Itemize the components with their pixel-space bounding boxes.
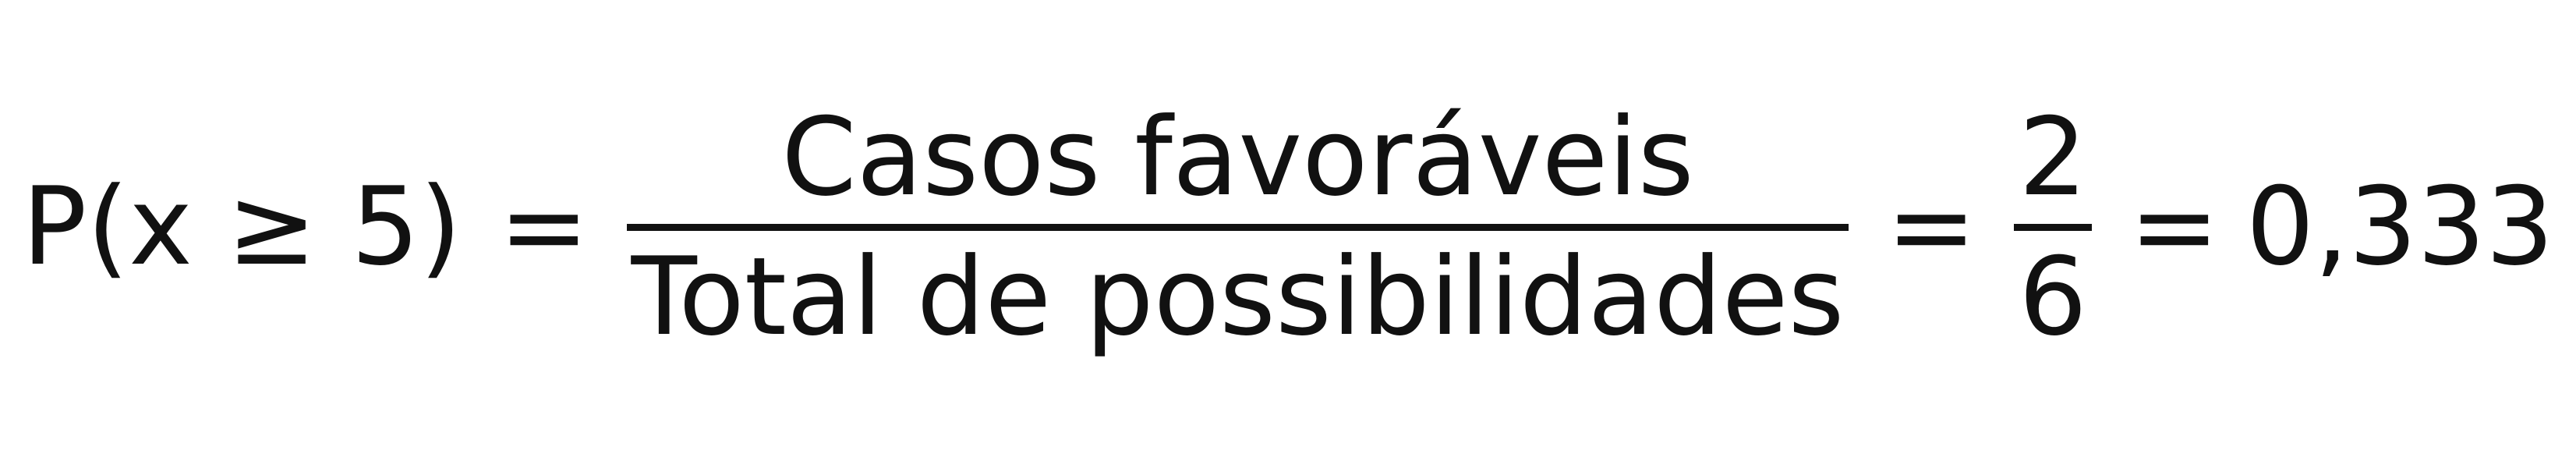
fraction-bar-1 [626, 223, 1849, 231]
denominator-value: 6 [2019, 233, 2087, 360]
favorable-over-total-fraction: Casos favoráveis Total de possibilidades [626, 94, 1849, 360]
equals-sign-1: = [498, 164, 589, 289]
numerator-favorable-cases: Casos favoráveis [781, 94, 1694, 220]
numeric-fraction: 2 6 [2014, 94, 2093, 360]
probability-expression: P(x ≥ 5) [22, 164, 462, 289]
fraction-bar-2 [2014, 223, 2093, 231]
probability-formula: P(x ≥ 5) = Casos favoráveis Total de pos… [0, 0, 2576, 454]
numerator-value: 2 [2019, 94, 2087, 220]
denominator-total-possibilities: Total de possibilidades [631, 233, 1845, 360]
result-value: 0,333 [2245, 164, 2554, 289]
equals-sign-3: = [2129, 164, 2220, 289]
equals-sign-2: = [1886, 164, 1977, 289]
